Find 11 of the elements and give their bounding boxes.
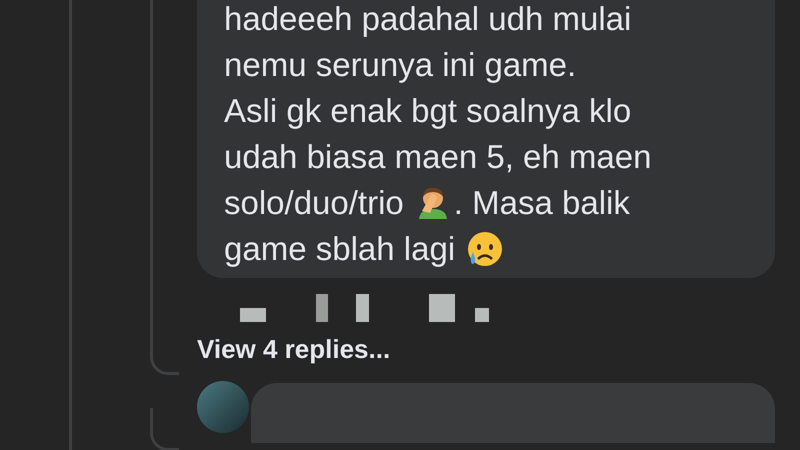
comment-text: udah biasa maen 5, eh maen bbox=[224, 138, 652, 175]
comment-text: game sblah lagi bbox=[224, 230, 456, 267]
comment-text: nemu serunya ini game. bbox=[224, 46, 576, 83]
comment-text: Asli gk enak bgt soalnya klo bbox=[224, 92, 632, 129]
comment-text: hadeeeh padahal udh mulai bbox=[224, 0, 632, 37]
view-replies-link[interactable]: View 4 replies... bbox=[197, 334, 390, 365]
comment-text: . Masa balik bbox=[454, 184, 630, 221]
reply-connector-line bbox=[150, 408, 179, 450]
crying-face-emoji-icon bbox=[465, 230, 504, 268]
avatar bbox=[197, 381, 249, 433]
comment-text: solo/duo/trio bbox=[224, 184, 404, 221]
